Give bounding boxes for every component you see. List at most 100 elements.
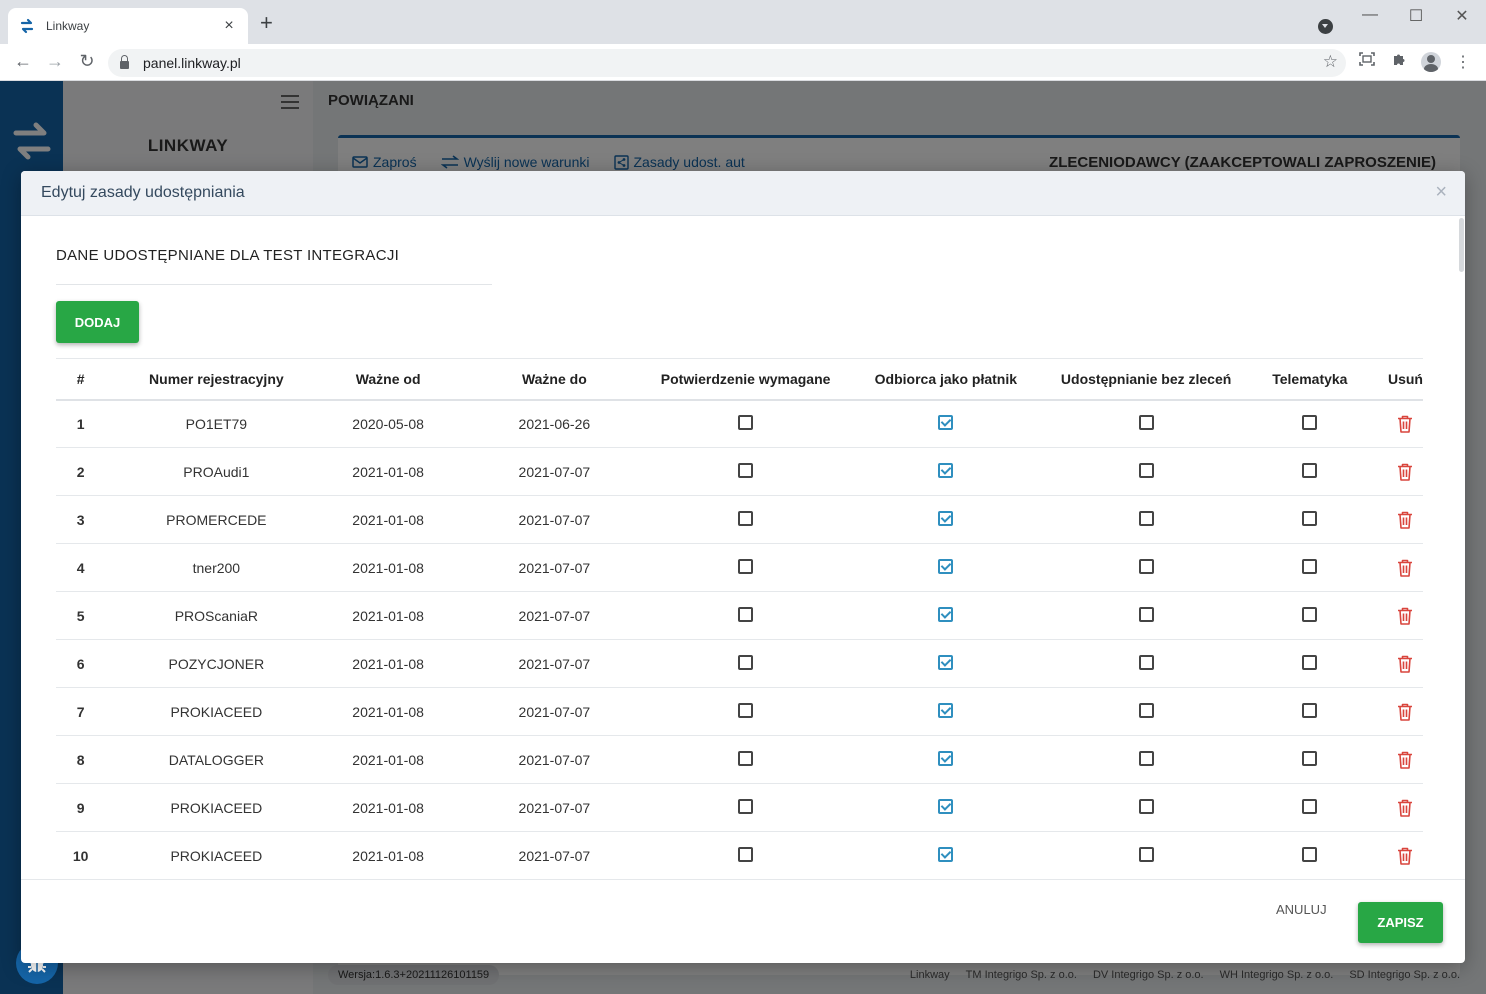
valid-from-cell: 2021-01-08 — [327, 639, 449, 688]
browser-toolbar: ← → ↻ panel.linkway.pl ☆ ⋮ — [0, 44, 1486, 81]
recipient-as-payer-checkbox[interactable] — [938, 750, 954, 766]
share-without-orders-checkbox-cell — [1060, 495, 1232, 544]
confirmation-required-checkbox[interactable] — [738, 798, 754, 814]
trash-icon[interactable] — [1397, 751, 1413, 772]
cancel-button[interactable]: ANULUJ — [1276, 902, 1327, 917]
column-header: Numer rejestracyjny — [105, 358, 328, 401]
telematics-checkbox[interactable] — [1302, 510, 1318, 526]
share-without-orders-checkbox[interactable] — [1138, 846, 1154, 862]
table-row: 9 PROKIACEED 2021-01-08 2021-07-07 — [56, 783, 1423, 832]
telematics-checkbox-cell — [1231, 831, 1388, 880]
telematics-checkbox[interactable] — [1302, 415, 1318, 431]
recipient-as-payer-checkbox[interactable] — [938, 654, 954, 670]
trash-icon[interactable] — [1397, 511, 1413, 532]
delete-cell — [1387, 639, 1423, 688]
column-header: Potwierdzenie wymagane — [659, 358, 832, 401]
share-without-orders-checkbox-cell — [1060, 399, 1232, 448]
column-header: # — [56, 358, 106, 401]
table-header-row: # Numer rejestracyjny Ważne od Ważne do Potw… — [56, 358, 1423, 401]
share-without-orders-checkbox[interactable] — [1138, 654, 1154, 670]
registration-number-cell: PO1ET79 — [105, 399, 328, 448]
confirmation-required-checkbox[interactable] — [738, 846, 754, 862]
trash-icon[interactable] — [1397, 655, 1413, 676]
confirmation-required-checkbox-cell — [659, 831, 832, 880]
tab-search-icon[interactable] — [1318, 19, 1333, 34]
recipient-as-payer-checkbox[interactable] — [938, 462, 954, 478]
telematics-checkbox[interactable] — [1302, 702, 1318, 718]
telematics-checkbox[interactable] — [1302, 798, 1318, 814]
bookmark-star-icon[interactable]: ☆ — [1323, 52, 1338, 72]
share-without-orders-checkbox[interactable] — [1138, 462, 1154, 478]
recipient-as-payer-checkbox[interactable] — [938, 510, 954, 526]
share-without-orders-checkbox[interactable] — [1138, 798, 1154, 814]
confirmation-required-checkbox[interactable] — [738, 510, 754, 526]
address-bar[interactable]: panel.linkway.pl ☆ — [108, 49, 1346, 77]
registration-number-cell: PROKIACEED — [105, 831, 328, 880]
browser-tab-strip: Linkway × + — ☐ ✕ — [0, 0, 1486, 44]
confirmation-required-checkbox[interactable] — [738, 750, 754, 766]
confirmation-required-checkbox[interactable] — [738, 654, 754, 670]
new-tab-button[interactable]: + — [260, 12, 273, 34]
browser-menu-icon[interactable]: ⋮ — [1452, 52, 1474, 72]
trash-icon[interactable] — [1397, 607, 1413, 628]
profile-avatar-icon[interactable] — [1421, 52, 1441, 72]
add-button[interactable]: DODAJ — [56, 301, 139, 343]
recipient-as-payer-checkbox[interactable] — [938, 846, 954, 862]
back-arrow-icon[interactable]: ← — [12, 51, 34, 72]
table-row: 3 PROMERCEDE 2021-01-08 2021-07-07 — [56, 495, 1423, 544]
forward-arrow-icon[interactable]: → — [44, 51, 66, 72]
confirmation-required-checkbox[interactable] — [738, 606, 754, 622]
recipient-as-payer-checkbox[interactable] — [938, 798, 954, 814]
delete-cell — [1387, 735, 1423, 784]
extensions-puzzle-icon[interactable] — [1388, 52, 1410, 72]
telematics-checkbox[interactable] — [1302, 750, 1318, 766]
edit-sharing-rules-dialog: Edytuj zasady udostępniania × DANE UDOST… — [21, 171, 1465, 963]
valid-from-cell: 2020-05-08 — [327, 399, 449, 448]
table-row: 6 POZYCJONER 2021-01-08 2021-07-07 — [56, 639, 1423, 688]
telematics-checkbox[interactable] — [1302, 558, 1318, 574]
share-without-orders-checkbox[interactable] — [1138, 558, 1154, 574]
trash-icon[interactable] — [1397, 463, 1413, 484]
recipient-as-payer-checkbox[interactable] — [938, 415, 954, 431]
trash-icon[interactable] — [1397, 415, 1413, 436]
share-without-orders-checkbox[interactable] — [1138, 750, 1154, 766]
save-button[interactable]: ZAPISZ — [1358, 902, 1443, 943]
share-without-orders-checkbox[interactable] — [1138, 415, 1154, 431]
trash-icon[interactable] — [1397, 799, 1413, 820]
valid-from-cell: 2021-01-08 — [327, 543, 449, 592]
recipient-as-payer-checkbox[interactable] — [938, 702, 954, 718]
confirmation-required-checkbox[interactable] — [738, 558, 754, 574]
trash-icon[interactable] — [1397, 703, 1413, 724]
reload-icon[interactable]: ↻ — [76, 51, 98, 72]
window-close-button[interactable]: ✕ — [1447, 6, 1477, 26]
trash-icon[interactable] — [1397, 559, 1413, 580]
confirmation-required-checkbox[interactable] — [738, 462, 754, 478]
confirmation-required-checkbox-cell — [659, 399, 832, 448]
telematics-checkbox[interactable] — [1302, 462, 1318, 478]
telematics-checkbox-cell — [1231, 591, 1388, 640]
modal-scrollbar[interactable] — [1459, 218, 1464, 272]
valid-to-cell: 2021-07-07 — [448, 543, 660, 592]
confirmation-required-checkbox[interactable] — [738, 702, 754, 718]
modal-close-icon[interactable]: × — [1435, 181, 1447, 204]
telematics-checkbox-cell — [1231, 687, 1388, 736]
trash-icon[interactable] — [1397, 847, 1413, 868]
valid-to-cell: 2021-07-07 — [448, 783, 660, 832]
minimize-button[interactable]: — — [1355, 6, 1385, 24]
table-row: 4 tner200 2021-01-08 2021-07-07 — [56, 543, 1423, 592]
telematics-checkbox[interactable] — [1302, 846, 1318, 862]
confirmation-required-checkbox[interactable] — [738, 415, 754, 431]
valid-from-cell: 2021-01-08 — [327, 591, 449, 640]
screen-capture-icon[interactable] — [1356, 52, 1378, 71]
confirmation-required-checkbox-cell — [659, 639, 832, 688]
recipient-as-payer-checkbox[interactable] — [938, 558, 954, 574]
browser-tab[interactable]: Linkway × — [8, 8, 248, 44]
telematics-checkbox[interactable] — [1302, 654, 1318, 670]
share-without-orders-checkbox[interactable] — [1138, 510, 1154, 526]
tab-close-icon[interactable]: × — [220, 17, 238, 35]
share-without-orders-checkbox[interactable] — [1138, 702, 1154, 718]
telematics-checkbox[interactable] — [1302, 606, 1318, 622]
share-without-orders-checkbox[interactable] — [1138, 606, 1154, 622]
recipient-as-payer-checkbox[interactable] — [938, 606, 954, 622]
maximize-button[interactable]: ☐ — [1401, 6, 1431, 26]
